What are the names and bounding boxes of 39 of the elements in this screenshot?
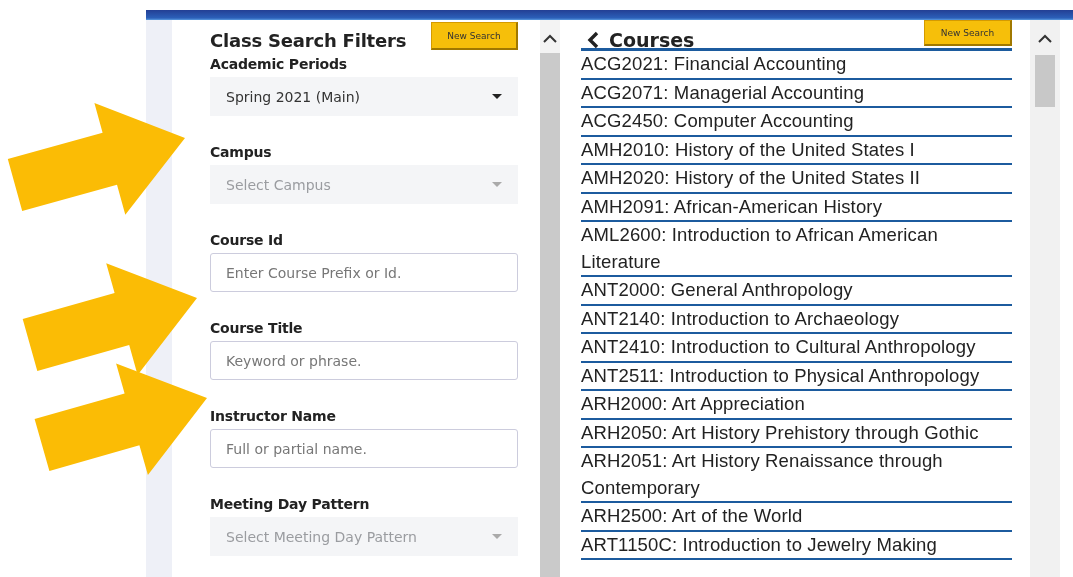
- course-link[interactable]: ARH2500: Art of the World: [581, 503, 1012, 532]
- course-link[interactable]: ACG2021: Financial Accounting: [581, 51, 1012, 80]
- new-search-button[interactable]: New Search: [431, 22, 518, 50]
- input-field[interactable]: Keyword or phrase.: [210, 341, 518, 380]
- scrollbar-thumb[interactable]: [1035, 55, 1055, 107]
- course-link[interactable]: AMH2020: History of the United States II: [581, 165, 1012, 194]
- field-label: Instructor Name: [210, 408, 337, 426]
- course-link[interactable]: AML2600: Introduction to African American Literature: [581, 222, 1012, 277]
- scrollbar[interactable]: [540, 20, 560, 577]
- field-label: Campus: [210, 144, 273, 162]
- course-link[interactable]: ARH2000: Art Appreciation: [581, 391, 1012, 420]
- course-link[interactable]: AMH2091: African-American History: [581, 193, 1012, 222]
- scroll-up-icon[interactable]: [1038, 34, 1052, 43]
- caret-icon: [492, 182, 502, 187]
- course-link[interactable]: ANT2000: General Anthropology: [581, 277, 1012, 306]
- course-link[interactable]: AMH2010: History of the United States I: [581, 136, 1012, 165]
- panel-title: Courses: [609, 29, 695, 51]
- caret-icon: [492, 534, 502, 539]
- course-link[interactable]: ARH2050: Art History Prehistory through Gothic: [581, 419, 1012, 448]
- course-link[interactable]: ACG2450: Computer Accounting: [581, 108, 1012, 137]
- field-label: Course Title: [210, 320, 304, 338]
- field-label: Meeting Day Pattern: [210, 496, 371, 514]
- new-search-button[interactable]: New Search: [924, 20, 1012, 46]
- course-link[interactable]: ARH2051: Art History Renaissance through Contemporary: [581, 448, 1012, 503]
- course-link[interactable]: ANT2140: Introduction to Archaeology: [581, 305, 1012, 334]
- scrollbar[interactable]: [1030, 20, 1060, 577]
- course-link[interactable]: ANT2410: Introduction to Cultural Anthropology: [581, 334, 1012, 363]
- scroll-up-icon[interactable]: [543, 34, 557, 43]
- course-link[interactable]: ANT2511: Introduction to Physical Anthropology: [581, 362, 1012, 391]
- dropdown[interactable]: Spring 2021 (Main): [210, 77, 518, 116]
- caret-icon: [492, 94, 502, 99]
- back-chevron-icon[interactable]: [587, 31, 599, 49]
- course-link[interactable]: ACG2071: Managerial Accounting: [581, 79, 1012, 108]
- input-field[interactable]: Full or partial name.: [210, 429, 518, 468]
- field-label: Academic Periods: [210, 56, 348, 74]
- input-field[interactable]: Enter Course Prefix or Id.: [210, 253, 518, 292]
- field-label: Course Id: [210, 232, 284, 250]
- course-link[interactable]: ART1150C: Introduction to Jewelry Making: [581, 531, 1012, 560]
- panel-title: Class Search Filters: [210, 29, 407, 51]
